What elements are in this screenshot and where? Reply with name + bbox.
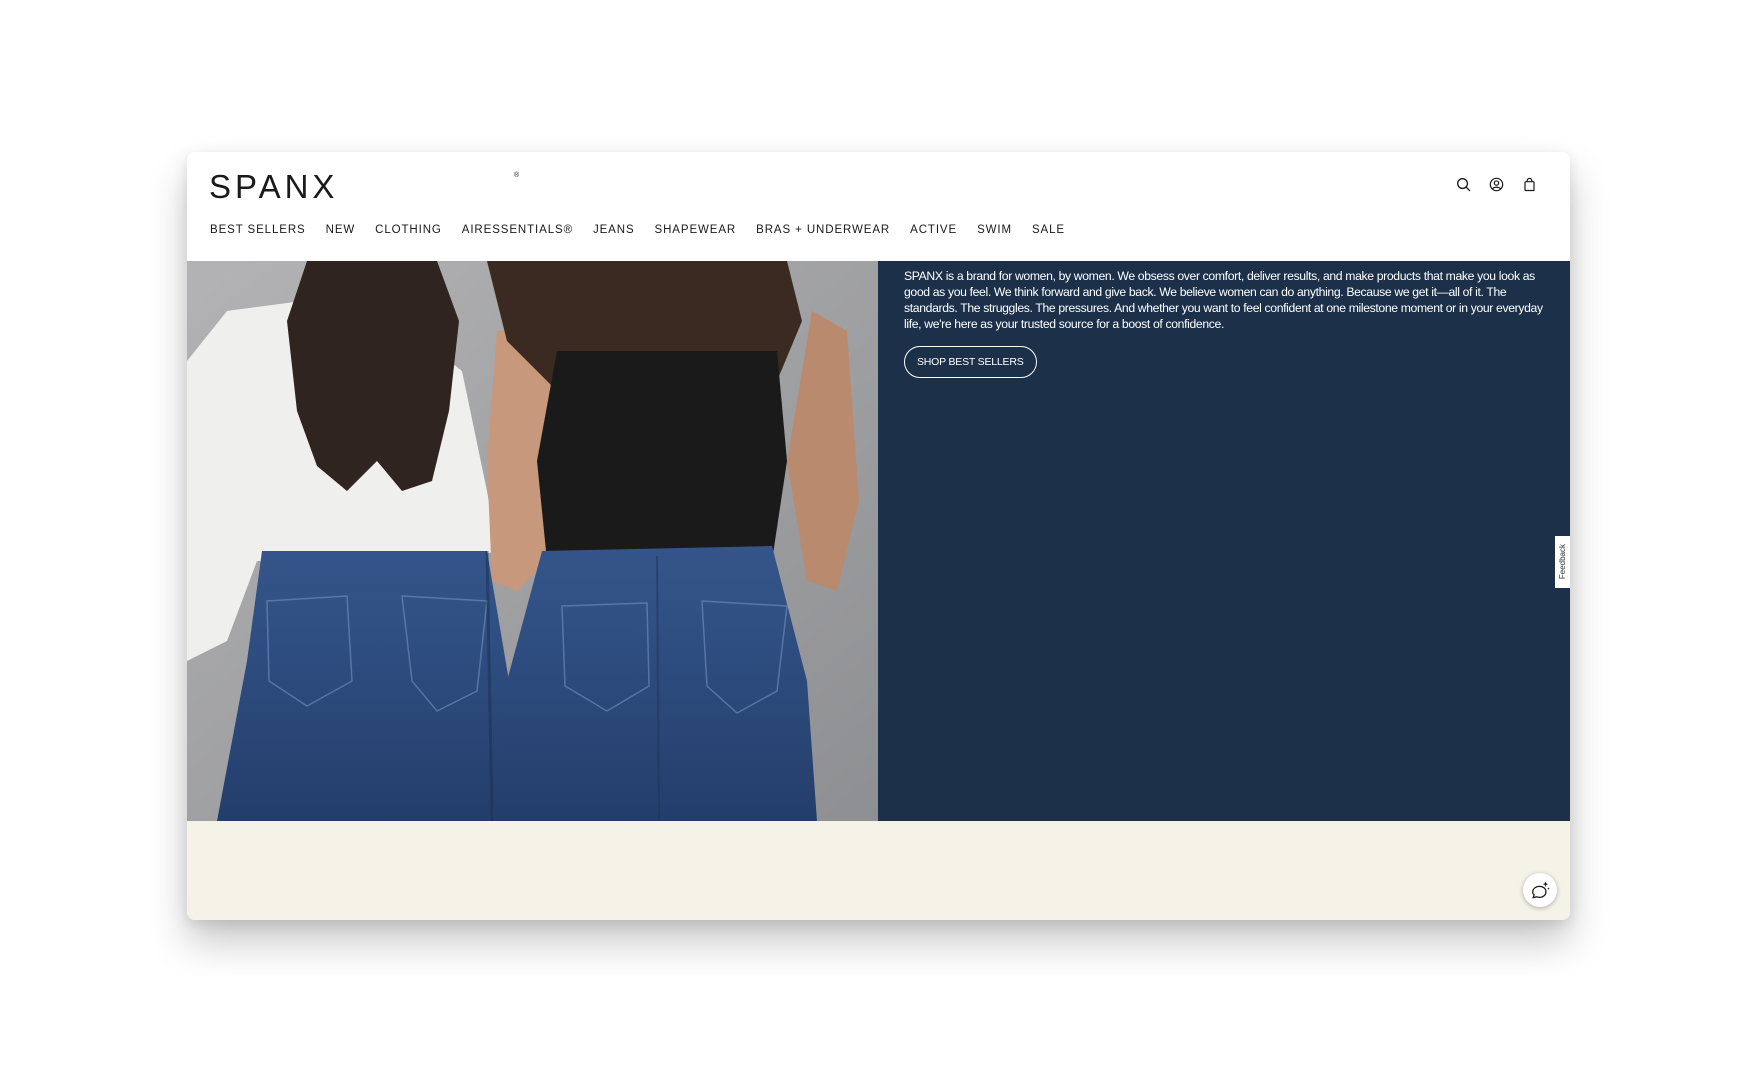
nav-item-bras-underwear[interactable]: BRAS + UNDERWEAR <box>756 224 890 236</box>
chat-assistant-button[interactable] <box>1523 873 1557 907</box>
bag-icon[interactable] <box>1521 176 1538 193</box>
nav-item-jeans[interactable]: JEANS <box>593 224 635 236</box>
browser-window: SPANX ® BEST SELLERS NEW CLOTHING AIRESS… <box>187 152 1570 920</box>
site-header: SPANX ® BEST SELLERS NEW CLOTHING AIRESS… <box>187 152 1570 261</box>
spanx-logo[interactable]: SPANX <box>209 170 338 203</box>
brand-description: SPANX is a brand for women, by women. We… <box>904 269 1543 331</box>
nav-item-new[interactable]: NEW <box>326 224 356 236</box>
nav-item-sale[interactable]: SALE <box>1032 224 1065 236</box>
nav-item-airessentials[interactable]: AIRESSENTIALS® <box>462 224 573 236</box>
feedback-tab[interactable]: Feedback <box>1555 536 1570 588</box>
account-icon[interactable] <box>1488 176 1505 193</box>
nav-item-best-sellers[interactable]: BEST SELLERS <box>210 224 306 236</box>
hero-image-jeans <box>187 261 878 821</box>
nav-item-shapewear[interactable]: SHAPEWEAR <box>655 224 737 236</box>
shop-best-sellers-button[interactable]: SHOP BEST SELLERS <box>904 346 1037 378</box>
main-nav: BEST SELLERS NEW CLOTHING AIRESSENTIALS®… <box>210 224 1085 236</box>
hero-text-panel: SPANX is a brand for women, by women. We… <box>878 261 1570 821</box>
nav-item-active[interactable]: ACTIVE <box>910 224 957 236</box>
nav-item-clothing[interactable]: CLOTHING <box>375 224 442 236</box>
nav-item-swim[interactable]: SWIM <box>977 224 1012 236</box>
header-icons <box>1455 176 1538 193</box>
search-icon[interactable] <box>1455 176 1472 193</box>
logo-registered-mark: ® <box>514 172 520 179</box>
feedback-label: Feedback <box>1558 544 1567 580</box>
cream-section <box>187 821 1570 920</box>
chat-sparkle-icon <box>1532 881 1550 899</box>
